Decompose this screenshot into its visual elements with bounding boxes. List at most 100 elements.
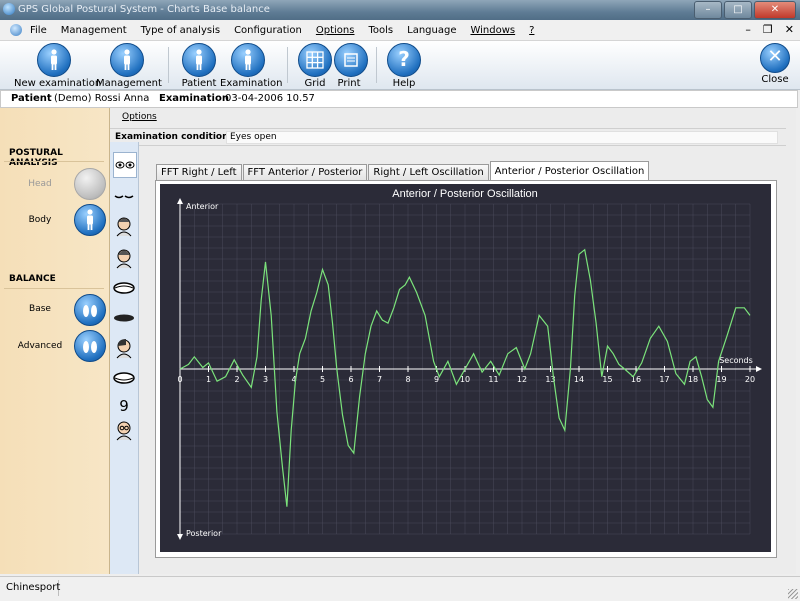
- window-close-button[interactable]: ✕: [754, 1, 796, 19]
- mouth-bite-icon: [113, 372, 135, 384]
- analysis-sidebar: POSTURAL ANALYSIS Head Body BALANCE Base…: [0, 108, 110, 574]
- window-title: GPS Global Postural System - Charts Base…: [18, 4, 270, 15]
- menu-type-of-analysis[interactable]: Type of analysis: [141, 25, 220, 36]
- chart-svg: Anterior / Posterior Oscillation Anterio…: [177, 188, 762, 540]
- x-tick-label: 8: [405, 375, 410, 384]
- toolbar-separator: [168, 47, 169, 83]
- menu-file[interactable]: File: [30, 25, 47, 36]
- postural-analysis-heading: POSTURAL ANALYSIS: [9, 148, 63, 168]
- divider: [4, 161, 104, 162]
- close-examination-button[interactable]: ✕ Close: [758, 43, 792, 85]
- x-tick-label: 0: [177, 375, 182, 384]
- advanced-balance-button[interactable]: [74, 330, 106, 362]
- menu-configuration[interactable]: Configuration: [234, 25, 302, 36]
- tab-fft-right-left[interactable]: FFT Right / Left: [156, 164, 242, 181]
- minimize-button[interactable]: –: [694, 1, 722, 19]
- toolbar-separator: [376, 47, 377, 83]
- toolbar: New examination Management Patient Exami…: [0, 41, 800, 90]
- x-tick-label: 12: [517, 375, 527, 384]
- new-examination-button[interactable]: New examination: [14, 43, 101, 89]
- y-label-anterior: Anterior: [186, 202, 219, 211]
- x-tick-label: 11: [488, 375, 498, 384]
- x-tick-label: 18: [688, 375, 698, 384]
- y-label-posterior: Posterior: [186, 529, 222, 538]
- head-back-tool[interactable]: [113, 246, 135, 270]
- print-button[interactable]: Print: [334, 43, 368, 89]
- patient-bar: Patient (Demo) Rossi Anna Examination 03…: [0, 90, 798, 108]
- number-nine-tool[interactable]: 9: [113, 394, 135, 418]
- head-glasses-icon: [116, 421, 132, 441]
- question-icon: ?: [387, 43, 421, 77]
- advanced-label: Advanced: [17, 341, 63, 351]
- mdi-close-icon[interactable]: ✕: [785, 23, 794, 36]
- menu-tools[interactable]: Tools: [368, 25, 393, 36]
- close-icon: ✕: [760, 43, 790, 73]
- menu-options[interactable]: Options: [316, 25, 355, 36]
- main-content: Options Examination conditions: Eyes ope…: [110, 108, 796, 574]
- mouth-closed-tool[interactable]: [113, 306, 135, 330]
- menu-help[interactable]: ?: [529, 25, 534, 36]
- examination-button[interactable]: Examination: [220, 43, 283, 89]
- menu-bar: File Management Type of analysis Configu…: [0, 20, 800, 41]
- head-glasses-tool[interactable]: [113, 418, 135, 442]
- options-link[interactable]: Options: [122, 112, 157, 122]
- mouth-open-icon: [113, 282, 135, 294]
- patient-button[interactable]: Patient: [180, 43, 218, 89]
- menu-language[interactable]: Language: [407, 25, 456, 36]
- resize-grip-icon[interactable]: [788, 589, 798, 599]
- x-tick-label: 17: [659, 375, 669, 384]
- mdi-restore-icon[interactable]: ❐: [763, 23, 773, 36]
- title-bar[interactable]: GPS Global Postural System - Charts Base…: [0, 0, 800, 20]
- balance-heading: BALANCE: [9, 274, 56, 284]
- person-icon: [110, 43, 144, 77]
- exam-conditions-value: Eyes open: [230, 132, 277, 142]
- help-button[interactable]: ? Help: [386, 43, 422, 89]
- body-analysis-button[interactable]: [74, 204, 106, 236]
- tab-panel: Anterior / Posterior Oscillation Anterio…: [155, 180, 777, 558]
- menu-management[interactable]: Management: [61, 25, 127, 36]
- mouth-closed-icon: [114, 314, 134, 322]
- person-icon: [231, 43, 265, 77]
- mdi-minimize-icon[interactable]: –: [745, 23, 751, 36]
- menu-app-icon[interactable]: [10, 24, 22, 36]
- head-rotation-tool[interactable]: [113, 336, 135, 360]
- x-tick-label: 1: [206, 375, 211, 384]
- options-bar: Options: [110, 108, 796, 126]
- head-label: Head: [28, 179, 52, 189]
- view-tool-strip: 9: [110, 142, 139, 574]
- x-axis-label: Seconds: [719, 356, 753, 365]
- body-label: Body: [28, 215, 52, 225]
- chart-title: Anterior / Posterior Oscillation: [392, 188, 538, 200]
- head-rotation-icon: [116, 339, 132, 359]
- person-icon: [182, 43, 216, 77]
- maximize-button[interactable]: □: [724, 1, 752, 19]
- management-button[interactable]: Management: [96, 43, 162, 89]
- head-tilt-tool[interactable]: [113, 214, 135, 238]
- mouth-open-tool[interactable]: [113, 276, 135, 300]
- toolbar-separator: [287, 47, 288, 83]
- tab-anterior-posterior-oscillation[interactable]: Anterior / Posterior Oscillation: [489, 161, 650, 181]
- eyes-open-icon: [115, 161, 135, 169]
- oscillation-chart: Anterior / Posterior Oscillation Anterio…: [160, 184, 771, 552]
- mouth-bite-tool[interactable]: [113, 366, 135, 390]
- eyes-closed-icon: [114, 195, 134, 199]
- menu-windows[interactable]: Windows: [470, 25, 515, 36]
- print-icon: [334, 43, 368, 77]
- person-icon: [37, 43, 71, 77]
- eyes-closed-tool[interactable]: [113, 184, 135, 208]
- head-analysis-icon: [74, 168, 106, 200]
- x-tick-label: 14: [574, 375, 584, 384]
- eyes-open-tool[interactable]: [113, 152, 137, 178]
- base-balance-button[interactable]: [74, 294, 106, 326]
- x-tick-label: 9: [434, 375, 439, 384]
- examination-conditions: Examination conditions: Eyes open: [110, 128, 786, 146]
- app-icon: [3, 3, 15, 15]
- status-text: Chinesport: [6, 580, 60, 596]
- tab-right-left-oscillation[interactable]: Right / Left Oscillation: [368, 164, 489, 181]
- grid-button[interactable]: Grid: [298, 43, 332, 89]
- y-axis-arrow-up: [177, 198, 183, 204]
- patient-label: Patient: [11, 93, 52, 104]
- head-side-icon: [116, 217, 132, 237]
- x-tick-label: 19: [716, 375, 726, 384]
- tab-fft-anterior-posterior[interactable]: FFT Anterior / Posterior: [242, 164, 368, 181]
